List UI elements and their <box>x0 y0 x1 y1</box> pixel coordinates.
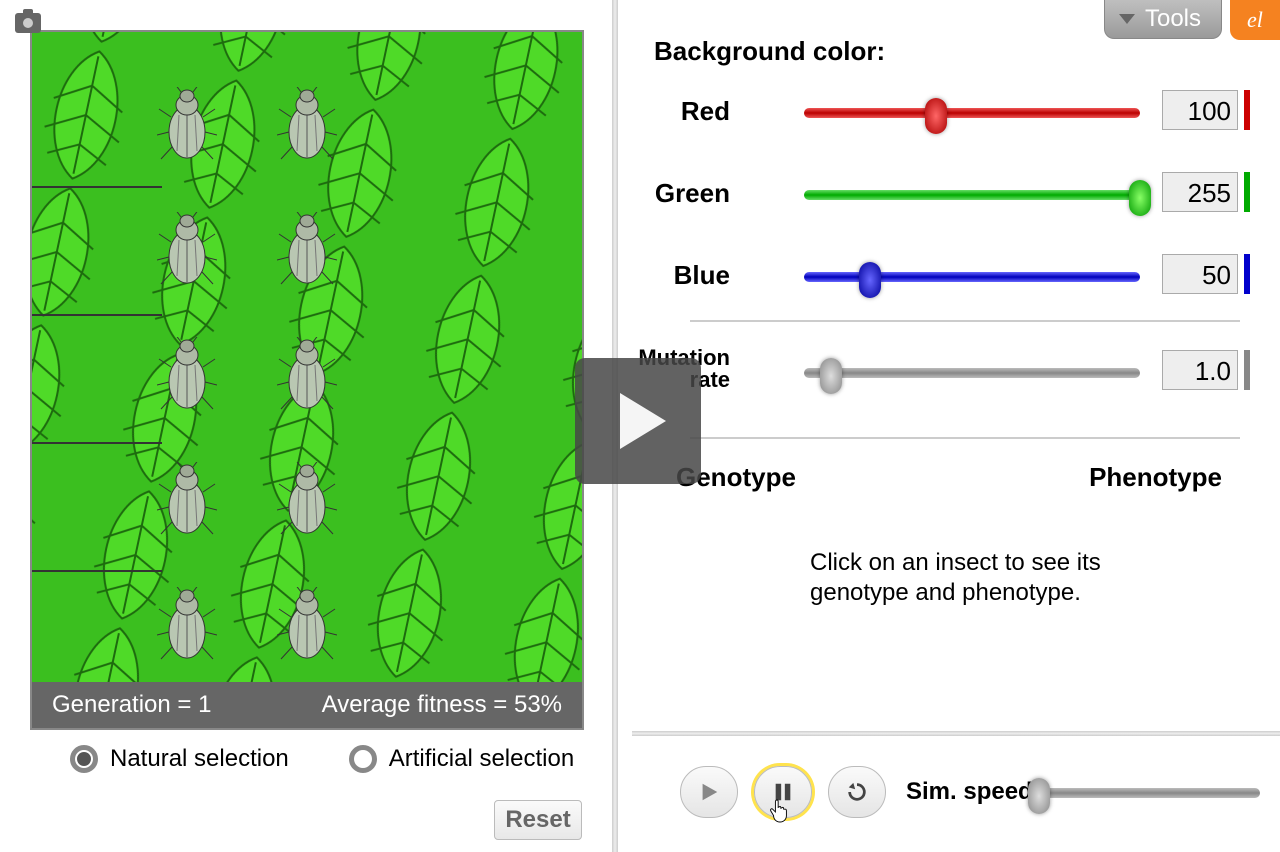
simulation-status-bar: Generation = 1 Average fitness = 53% <box>32 682 582 728</box>
blue-label: Blue <box>570 260 730 291</box>
mutation-value[interactable]: 1.0 <box>1162 350 1238 390</box>
selection-row: Natural selection Artificial selection <box>70 745 574 773</box>
blue-slider-row: Blue 50 <box>654 254 1250 300</box>
slot-divider <box>32 442 162 444</box>
artificial-selection-radio[interactable]: Artificial selection <box>349 745 574 773</box>
rewind-icon <box>846 781 868 803</box>
mutation-slider-thumb[interactable] <box>820 358 842 394</box>
red-slider-thumb[interactable] <box>925 98 947 134</box>
red-slider[interactable] <box>804 108 1140 118</box>
phenotype-heading: Phenotype <box>1089 462 1222 493</box>
pause-button[interactable] <box>754 766 812 818</box>
red-value[interactable]: 100 <box>1162 90 1238 130</box>
beetle[interactable] <box>157 462 217 537</box>
beetle[interactable] <box>277 337 337 412</box>
slot-divider <box>32 314 162 316</box>
tools-label: Tools <box>1145 5 1201 33</box>
blue-slider-thumb[interactable] <box>859 262 881 298</box>
beetle[interactable] <box>157 337 217 412</box>
beetle[interactable] <box>157 587 217 662</box>
slot-divider <box>32 186 162 188</box>
playback-bar: Sim. speed: <box>632 736 1280 852</box>
mutation-end-indicator <box>1244 350 1250 390</box>
blue-value[interactable]: 50 <box>1162 254 1238 294</box>
pause-icon <box>772 781 794 803</box>
video-play-overlay[interactable] <box>575 358 701 484</box>
mutation-slider-row: Mutation rate 1.0 <box>654 350 1250 396</box>
red-label: Red <box>570 96 730 127</box>
play-button[interactable] <box>680 766 738 818</box>
reset-button[interactable]: Reset <box>494 800 582 840</box>
beetle[interactable] <box>277 462 337 537</box>
green-slider[interactable] <box>804 190 1140 200</box>
generation-label: Generation = 1 <box>52 691 211 719</box>
sim-speed-thumb[interactable] <box>1028 778 1050 814</box>
beetle[interactable] <box>277 587 337 662</box>
left-pane: Generation = 1 Average fitness = 53% Nat… <box>0 0 612 852</box>
slot-divider <box>32 570 162 572</box>
simulation-view <box>32 32 582 682</box>
separator-2 <box>690 437 1240 439</box>
blue-end-indicator <box>1244 254 1250 294</box>
green-slider-thumb[interactable] <box>1129 180 1151 216</box>
beetle[interactable] <box>157 87 217 162</box>
fitness-label: Average fitness = 53% <box>322 691 562 719</box>
sim-speed-slider[interactable] <box>1032 788 1260 798</box>
chevron-down-icon <box>1119 14 1135 24</box>
camera-icon[interactable] <box>15 13 41 33</box>
background-color-title: Background color: <box>654 36 885 67</box>
green-value[interactable]: 255 <box>1162 172 1238 212</box>
red-end-indicator <box>1244 90 1250 130</box>
red-slider-row: Red 100 <box>654 90 1250 136</box>
beetle[interactable] <box>277 212 337 287</box>
radio-on-icon <box>70 745 98 773</box>
green-slider-row: Green 255 <box>654 172 1250 218</box>
genotype-phenotype-header: Genotype Phenotype <box>676 462 1222 493</box>
blue-slider[interactable] <box>804 272 1140 282</box>
tools-dropdown[interactable]: Tools <box>1104 0 1222 39</box>
rewind-button[interactable] <box>828 766 886 818</box>
natural-selection-label: Natural selection <box>110 745 289 773</box>
green-end-indicator <box>1244 172 1250 212</box>
play-icon <box>698 781 720 803</box>
natural-selection-radio[interactable]: Natural selection <box>70 745 289 773</box>
simulation-frame: Generation = 1 Average fitness = 53% <box>30 30 584 730</box>
brand-logo: el <box>1230 0 1280 40</box>
sim-speed-label: Sim. speed: <box>906 778 1041 806</box>
radio-off-icon <box>349 745 377 773</box>
beetle[interactable] <box>277 87 337 162</box>
green-label: Green <box>570 178 730 209</box>
artificial-selection-label: Artificial selection <box>389 745 574 773</box>
separator-1 <box>690 320 1240 322</box>
right-pane: Background color: Red 100 Green 255 Blue… <box>618 0 1280 852</box>
beetle[interactable] <box>157 212 217 287</box>
genotype-hint: Click on an insect to see its genotype a… <box>810 548 1200 608</box>
mutation-slider[interactable] <box>804 368 1140 378</box>
slot-column <box>32 32 162 682</box>
